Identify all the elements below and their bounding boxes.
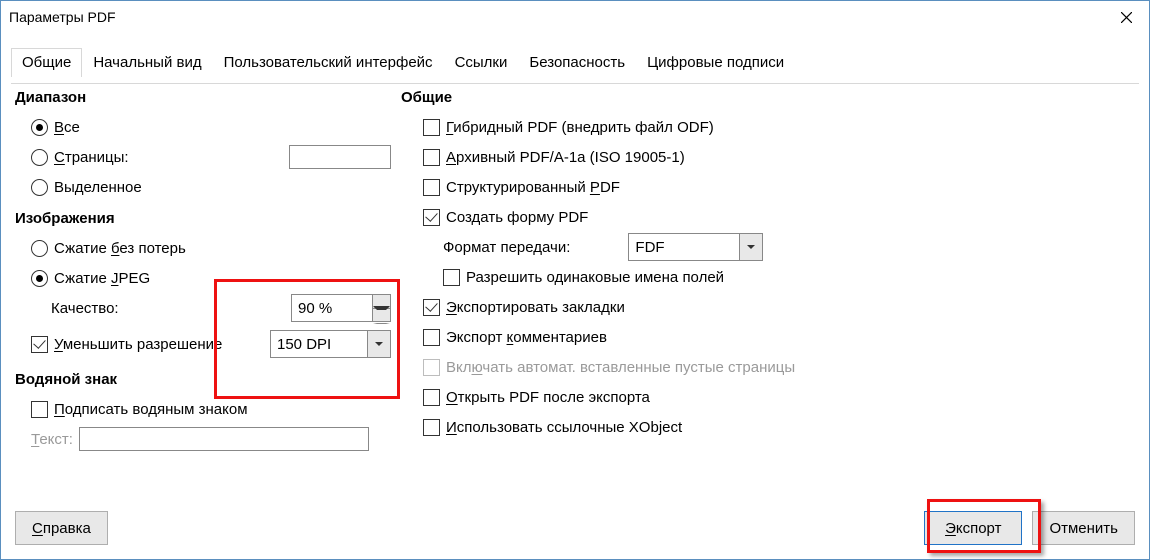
content-area: Диапазон Все Страницы: Выделенное Изобра… (15, 89, 1135, 493)
dup-label: Разрешить одинаковые имена полей (466, 269, 724, 286)
radio-pages[interactable] (31, 149, 48, 166)
tab-general[interactable]: Общие (11, 48, 82, 77)
check-archive-pdf[interactable] (423, 149, 440, 166)
dpi-dropdown-button[interactable] (367, 331, 390, 357)
sign-watermark-label: Подписать водяным знаком (54, 401, 248, 418)
chevron-down-icon (375, 342, 383, 346)
tab-links[interactable]: Ссылки (444, 48, 519, 77)
tab-underline (11, 83, 1139, 84)
structured-row[interactable]: Структурированный PDF (423, 172, 1135, 202)
tab-security[interactable]: Безопасность (518, 48, 636, 77)
structured-label: Структурированный PDF (446, 179, 620, 196)
xobject-label: Использовать ссылочные XObject (446, 419, 682, 436)
transfer-label: Формат передачи: (443, 239, 570, 256)
chevron-down-icon (747, 245, 755, 249)
auto-blank-row: Включать автомат. вставленные пустые стр… (423, 352, 1135, 382)
cancel-button[interactable]: Отменить (1032, 511, 1135, 545)
check-hybrid-pdf[interactable] (423, 119, 440, 136)
check-auto-blank (423, 359, 440, 376)
radio-jpeg-row[interactable]: Сжатие JPEG (31, 263, 391, 293)
tab-initial-view[interactable]: Начальный вид (82, 48, 212, 77)
comments-label: Экспорт комментариев (446, 329, 607, 346)
open-after-label: Открыть PDF после экспорта (446, 389, 650, 406)
hybrid-label: Гибридный PDF (внедрить файл ODF) (446, 119, 714, 136)
sign-watermark-row[interactable]: Подписать водяным знаком (31, 394, 391, 424)
window-title: Параметры PDF (9, 9, 1103, 25)
check-export-bookmarks[interactable] (423, 299, 440, 316)
radio-lossless-row[interactable]: Сжатие без потерь (31, 233, 391, 263)
reduce-row[interactable]: Уменьшить разрешение 150 DPI (31, 329, 391, 359)
watermark-text-row: Текст: (31, 424, 391, 454)
footer: Справка Экспорт Отменить (15, 511, 1135, 545)
radio-lossless[interactable] (31, 240, 48, 257)
tab-user-interface[interactable]: Пользовательский интерфейс (213, 48, 444, 77)
hybrid-row[interactable]: Гибридный PDF (внедрить файл ODF) (423, 112, 1135, 142)
check-create-form[interactable] (423, 209, 440, 226)
radio-selection-label: Выделенное (54, 179, 142, 196)
check-export-comments[interactable] (423, 329, 440, 346)
radio-all-label: Все (54, 119, 80, 136)
watermark-text-label: Текст: (31, 431, 73, 448)
bookmarks-label: Экспортировать закладки (446, 299, 625, 316)
quality-row: Качество: (51, 293, 391, 323)
create-form-row[interactable]: Создать форму PDF (423, 202, 1135, 232)
tab-strip: Общие Начальный вид Пользовательский инт… (11, 47, 1149, 76)
dpi-combo[interactable]: 150 DPI (270, 330, 391, 358)
close-button[interactable] (1103, 1, 1149, 33)
open-after-row[interactable]: Открыть PDF после экспорта (423, 382, 1135, 412)
archive-label: Архивный PDF/A-1a (ISO 19005-1) (446, 149, 685, 166)
check-reduce-resolution[interactable] (31, 336, 48, 353)
close-icon (1121, 12, 1132, 23)
check-xobject[interactable] (423, 419, 440, 436)
radio-pages-row[interactable]: Страницы: (31, 142, 391, 172)
chevron-down-icon (373, 306, 390, 324)
transfer-value: FDF (629, 234, 739, 260)
right-column: Общие Гибридный PDF (внедрить файл ODF) … (401, 89, 1135, 493)
check-open-after-export[interactable] (423, 389, 440, 406)
watermark-group-title: Водяной знак (15, 371, 391, 388)
export-button[interactable]: Экспорт (924, 511, 1022, 545)
help-button[interactable]: Справка (15, 511, 108, 545)
tab-signatures[interactable]: Цифровые подписи (636, 48, 795, 77)
radio-all-row[interactable]: Все (31, 112, 391, 142)
quality-spinner[interactable] (291, 294, 391, 322)
radio-jpeg-label: Сжатие JPEG (54, 270, 150, 287)
reduce-label: Уменьшить разрешение (54, 336, 222, 353)
create-form-label: Создать форму PDF (446, 209, 588, 226)
left-column: Диапазон Все Страницы: Выделенное Изобра… (15, 89, 391, 493)
range-group-title: Диапазон (15, 89, 391, 106)
auto-blank-label: Включать автомат. вставленные пустые стр… (446, 359, 795, 376)
general-group-title: Общие (401, 89, 1135, 106)
comments-row[interactable]: Экспорт комментариев (423, 322, 1135, 352)
dup-row[interactable]: Разрешить одинаковые имена полей (443, 262, 1135, 292)
pages-input[interactable] (289, 145, 391, 169)
quality-step-down[interactable] (373, 309, 390, 322)
xobject-row[interactable]: Использовать ссылочные XObject (423, 412, 1135, 442)
titlebar: Параметры PDF (1, 1, 1149, 33)
transfer-combo[interactable]: FDF (628, 233, 763, 261)
transfer-row: Формат передачи: FDF (443, 232, 1135, 262)
quality-input[interactable] (292, 295, 372, 321)
radio-jpeg[interactable] (31, 270, 48, 287)
dialog-window: Параметры PDF Общие Начальный вид Пользо… (0, 0, 1150, 560)
radio-selection-row[interactable]: Выделенное (31, 172, 391, 202)
radio-all[interactable] (31, 119, 48, 136)
radio-pages-label: Страницы: (54, 149, 129, 166)
archive-row[interactable]: Архивный PDF/A-1a (ISO 19005-1) (423, 142, 1135, 172)
transfer-dropdown-button[interactable] (739, 234, 762, 260)
radio-selection[interactable] (31, 179, 48, 196)
watermark-text-input[interactable] (79, 427, 369, 451)
dpi-value: 150 DPI (271, 331, 367, 357)
check-sign-watermark[interactable] (31, 401, 48, 418)
images-group-title: Изображения (15, 210, 391, 227)
radio-lossless-label: Сжатие без потерь (54, 240, 186, 257)
bookmarks-row[interactable]: Экспортировать закладки (423, 292, 1135, 322)
check-dup-names[interactable] (443, 269, 460, 286)
quality-label: Качество: (51, 300, 119, 317)
check-structured-pdf[interactable] (423, 179, 440, 196)
